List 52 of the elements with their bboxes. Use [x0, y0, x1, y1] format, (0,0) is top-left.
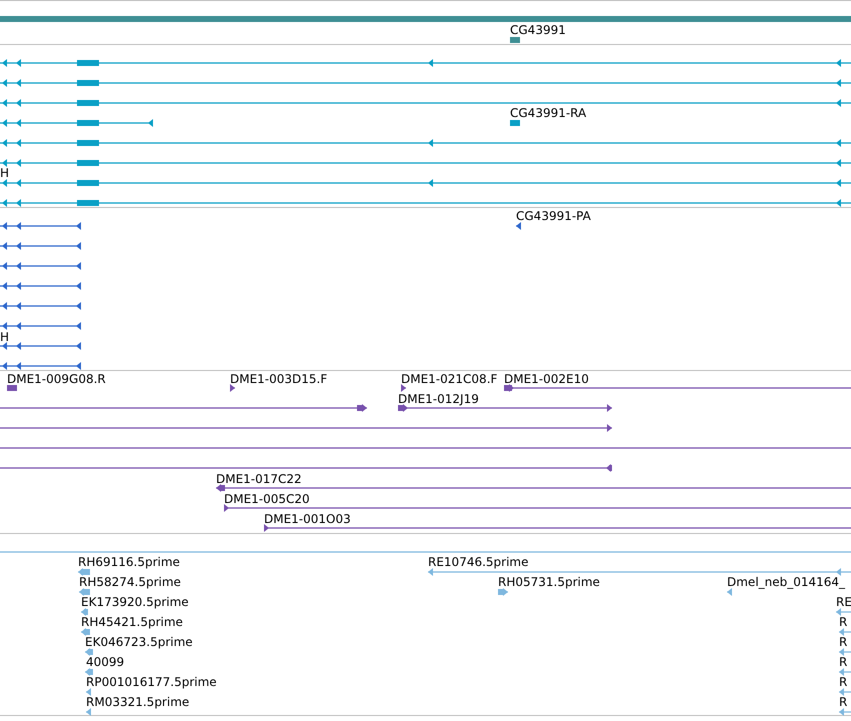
feature-label: RH45421.5prime	[81, 615, 183, 629]
feature-label: DME1-017C22	[216, 472, 302, 486]
est-glyph	[85, 668, 93, 676]
est-glyph	[839, 668, 851, 676]
est-glyph	[839, 688, 851, 696]
clone-glyph	[401, 384, 406, 392]
feature-label: CG43991-PA	[516, 209, 591, 223]
feature-label: CG43991	[510, 23, 566, 37]
est-glyph	[727, 588, 732, 596]
feature-label: RM03321.5prime	[86, 695, 190, 709]
clone-glyph	[7, 385, 17, 391]
feature-label: DME1-002E10	[504, 372, 589, 386]
est-glyph	[81, 628, 90, 636]
transcript-glyph	[510, 120, 520, 126]
est-glyph	[839, 628, 851, 636]
est-glyph	[86, 688, 91, 696]
feature-label: DME1-001O03	[264, 512, 351, 526]
feature-label: DME1-012J19	[398, 392, 479, 406]
feature-label: RE10746.5prime	[428, 555, 528, 569]
feature-label: DME1-009G08.R	[7, 372, 106, 386]
feature-label: EK046723.5prime	[85, 635, 193, 649]
feature-label: R	[839, 695, 848, 709]
feature-label: RH58274.5prime	[79, 575, 181, 589]
feature-label: RP001016177.5prime	[86, 675, 217, 689]
feature-label: DME1-003D15.F	[230, 372, 328, 386]
feature-label: DME1-005C20	[224, 492, 310, 506]
est-glyph	[836, 608, 851, 616]
feature-label: RH05731.5prime	[498, 575, 600, 589]
est-glyph	[839, 708, 851, 716]
feature-label: 40099	[86, 655, 124, 669]
feature-label: EK173920.5prime	[81, 595, 189, 609]
feature-label: CG43991-RA	[510, 106, 586, 120]
est-glyph	[85, 648, 93, 656]
gene-glyph	[510, 37, 520, 43]
est-glyph	[839, 648, 851, 656]
feature-label: RE	[836, 595, 851, 609]
feature-label: DME1-021C08.F	[401, 372, 498, 386]
feature-label: Dmel_neb_014164_	[727, 575, 846, 589]
feature-label: R	[839, 635, 848, 649]
feature-label: H	[0, 166, 10, 180]
est-glyph	[79, 588, 90, 596]
est-glyph	[498, 588, 508, 596]
est-glyph	[81, 608, 88, 616]
feature-label: R	[839, 675, 848, 689]
est-glyph	[78, 568, 90, 576]
protein-glyph	[516, 222, 521, 230]
feature-label: H	[0, 330, 10, 344]
est-glyph	[86, 708, 91, 716]
feature-label: R	[839, 615, 848, 629]
feature-label: R	[839, 655, 848, 669]
clone-glyph	[230, 384, 235, 392]
feature-label: RH69116.5prime	[78, 555, 180, 569]
